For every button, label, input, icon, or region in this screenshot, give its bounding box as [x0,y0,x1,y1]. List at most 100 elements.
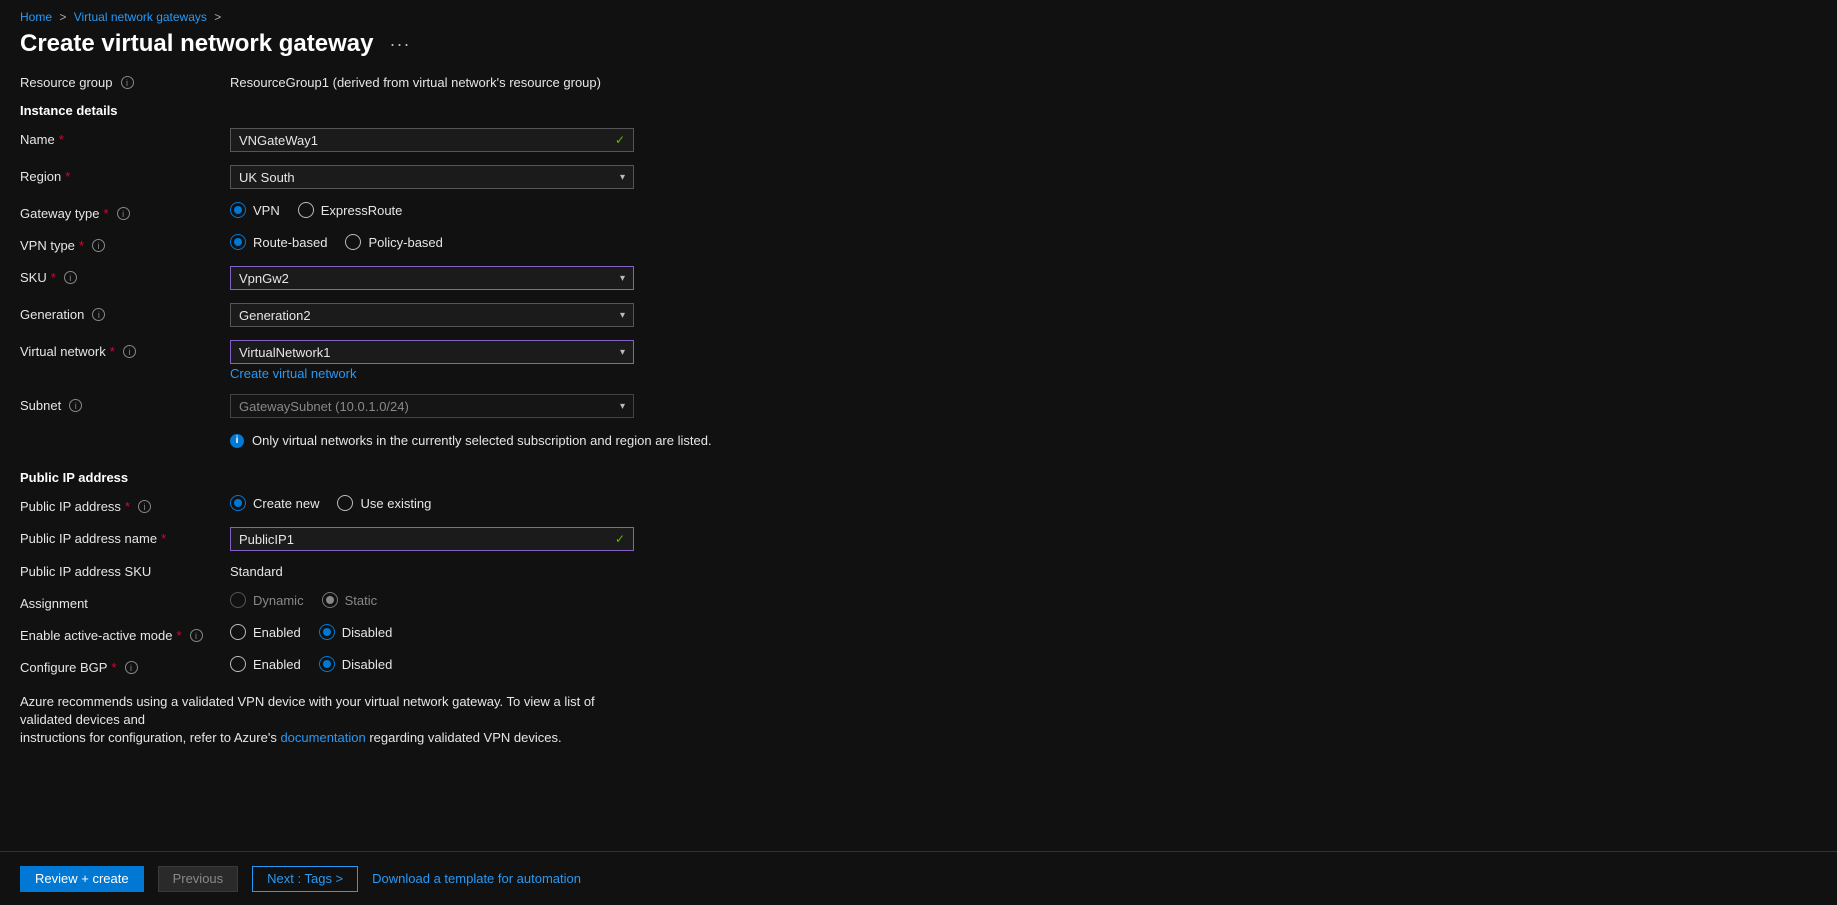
gateway-type-expressroute-label: ExpressRoute [321,203,403,218]
sku-select[interactable]: VpnGw2 ▾ [230,266,634,290]
public-ip-name-label: Public IP address name [20,531,157,546]
required-indicator: * [110,344,115,359]
public-ip-use-existing-radio[interactable]: Use existing [337,495,431,511]
generation-label: Generation [20,307,84,322]
active-active-disabled-radio[interactable]: Disabled [319,624,393,640]
bgp-enabled-radio[interactable]: Enabled [230,656,301,672]
chevron-right-icon: > [214,10,221,24]
chevron-down-icon: ▾ [620,273,625,284]
sku-label: SKU [20,270,47,285]
vpn-type-policy-radio[interactable]: Policy-based [345,234,442,250]
bgp-enabled-label: Enabled [253,657,301,672]
resource-group-label: Resource group [20,75,113,90]
assignment-static-radio: Static [322,592,378,608]
gateway-type-label: Gateway type [20,206,100,221]
info-icon[interactable]: i [121,76,134,89]
info-icon[interactable]: i [117,207,130,220]
info-icon[interactable]: i [138,500,151,513]
name-input[interactable]: VNGateWay1 ✓ [230,128,634,152]
create-virtual-network-link[interactable]: Create virtual network [230,366,730,381]
recommendation-line1: Azure recommends using a validated VPN d… [20,694,595,727]
recommendation-prefix2: instructions for configuration, refer to… [20,730,280,745]
active-active-label: Enable active-active mode [20,628,172,643]
required-indicator: * [104,206,109,221]
check-icon: ✓ [615,133,625,147]
virtual-network-value: VirtualNetwork1 [239,345,331,360]
info-icon[interactable]: i [190,629,203,642]
public-ip-sku-label: Public IP address SKU [20,564,151,579]
documentation-link[interactable]: documentation [280,730,365,745]
download-template-link[interactable]: Download a template for automation [372,871,581,886]
required-indicator: * [176,628,181,643]
vnet-filter-note: Only virtual networks in the currently s… [252,433,712,448]
gateway-type-expressroute-radio[interactable]: ExpressRoute [298,202,403,218]
active-active-enabled-label: Enabled [253,625,301,640]
subnet-select: GatewaySubnet (10.0.1.0/24) ▾ [230,394,634,418]
generation-select[interactable]: Generation2 ▾ [230,303,634,327]
info-icon[interactable]: i [125,661,138,674]
bgp-disabled-radio[interactable]: Disabled [319,656,393,672]
more-actions-icon[interactable]: ··· [389,34,410,55]
required-indicator: * [111,660,116,675]
public-ip-create-new-label: Create new [253,496,319,511]
breadcrumb-home[interactable]: Home [20,10,52,24]
public-ip-heading: Public IP address [20,470,1817,485]
subnet-value: GatewaySubnet (10.0.1.0/24) [239,399,409,414]
required-indicator: * [125,499,130,514]
bgp-disabled-label: Disabled [342,657,393,672]
breadcrumb-virtual-network-gateways[interactable]: Virtual network gateways [74,10,207,24]
virtual-network-select[interactable]: VirtualNetwork1 ▾ [230,340,634,364]
required-indicator: * [59,132,64,147]
name-label: Name [20,132,55,147]
next-tags-button[interactable]: Next : Tags > [252,866,358,892]
required-indicator: * [79,238,84,253]
assignment-dynamic-label: Dynamic [253,593,304,608]
public-ip-create-new-radio[interactable]: Create new [230,495,319,511]
gateway-type-vpn-label: VPN [253,203,280,218]
name-value: VNGateWay1 [239,133,318,148]
recommendation-text: Azure recommends using a validated VPN d… [20,693,640,748]
info-icon[interactable]: i [123,345,136,358]
info-icon[interactable]: i [92,239,105,252]
region-select[interactable]: UK South ▾ [230,165,634,189]
chevron-down-icon: ▾ [620,310,625,321]
region-value: UK South [239,170,295,185]
vpn-type-policy-label: Policy-based [368,235,442,250]
chevron-down-icon: ▾ [620,172,625,183]
public-ip-name-input[interactable]: PublicIP1 ✓ [230,527,634,551]
chevron-down-icon: ▾ [620,401,625,412]
required-indicator: * [51,270,56,285]
required-indicator: * [65,169,70,184]
instance-details-heading: Instance details [20,103,1817,118]
info-icon[interactable]: i [64,271,77,284]
check-icon: ✓ [615,532,625,546]
region-label: Region [20,169,61,184]
generation-value: Generation2 [239,308,311,323]
page-title: Create virtual network gateway [20,30,373,58]
info-icon: i [230,434,244,448]
chevron-down-icon: ▾ [620,347,625,358]
info-icon[interactable]: i [69,399,82,412]
active-active-enabled-radio[interactable]: Enabled [230,624,301,640]
public-ip-name-value: PublicIP1 [239,532,294,547]
recommendation-suffix2: regarding validated VPN devices. [366,730,562,745]
assignment-static-label: Static [345,593,378,608]
subnet-label: Subnet [20,398,61,413]
assignment-dynamic-radio: Dynamic [230,592,304,608]
public-ip-address-label: Public IP address [20,499,121,514]
review-create-button[interactable]: Review + create [20,866,144,892]
previous-button: Previous [158,866,239,892]
vpn-type-route-radio[interactable]: Route-based [230,234,327,250]
resource-group-value: ResourceGroup1 (derived from virtual net… [230,75,730,90]
required-indicator: * [161,531,166,546]
vpn-type-label: VPN type [20,238,75,253]
active-active-disabled-label: Disabled [342,625,393,640]
info-icon[interactable]: i [92,308,105,321]
configure-bgp-label: Configure BGP [20,660,107,675]
public-ip-use-existing-label: Use existing [360,496,431,511]
virtual-network-label: Virtual network [20,344,106,359]
chevron-right-icon: > [59,10,66,24]
gateway-type-vpn-radio[interactable]: VPN [230,202,280,218]
vpn-type-route-label: Route-based [253,235,327,250]
public-ip-sku-value: Standard [230,564,730,579]
